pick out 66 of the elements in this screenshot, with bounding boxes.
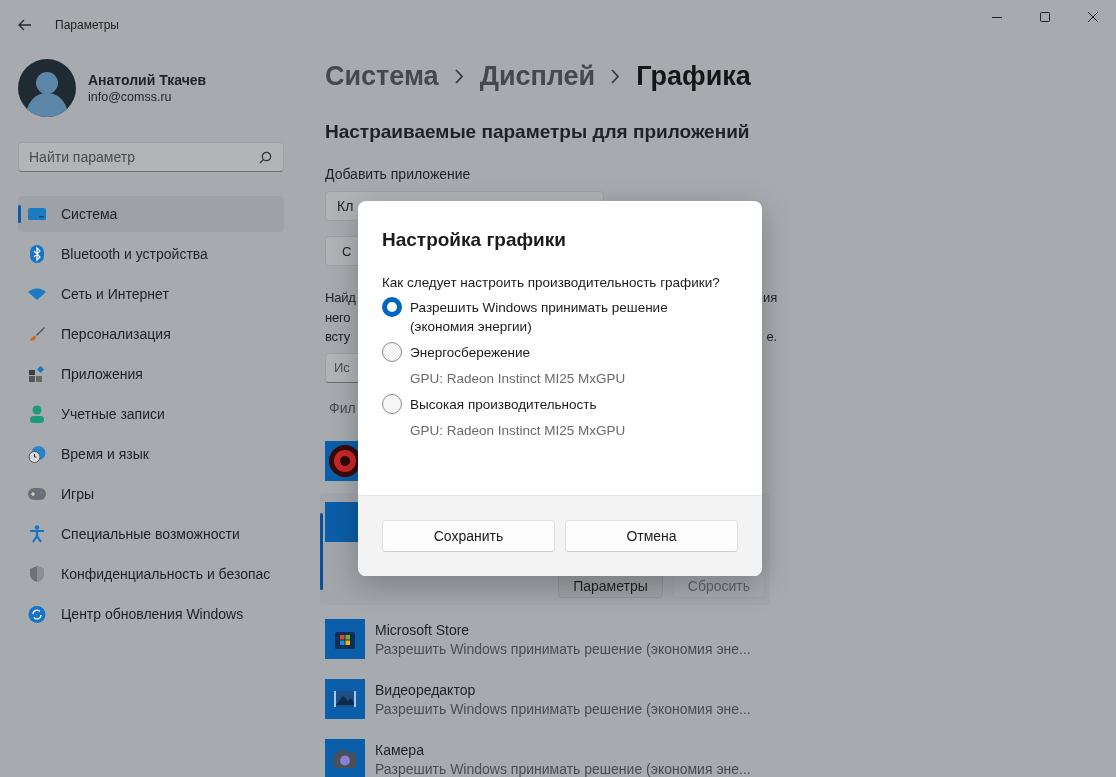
sidebar-item[interactable]: Игры — [18, 476, 284, 512]
app-name: Видеоредактор — [375, 680, 477, 700]
sidebar-item[interactable]: Время и язык — [18, 436, 284, 472]
sidebar-item[interactable]: Приложения — [18, 356, 284, 392]
chevron-icon — [611, 68, 621, 84]
search-field[interactable]: Найти параметр — [18, 142, 284, 172]
accessibility-icon — [28, 525, 46, 543]
bluetooth-icon — [28, 245, 46, 263]
breadcrumb-item[interactable]: Система — [325, 60, 439, 92]
dialog-title: Настройка графики — [382, 228, 566, 252]
search-icon — [259, 151, 272, 164]
film-icon — [325, 678, 365, 719]
description-text: ия — [763, 289, 777, 307]
breadcrumb-item: Графика — [636, 60, 751, 92]
wifi-icon — [28, 288, 46, 300]
radio-button[interactable] — [382, 297, 402, 317]
sidebar-item[interactable]: Центр обновления Windows — [18, 596, 284, 632]
description-text: е. — [766, 328, 777, 346]
app-name: Камера — [375, 740, 425, 760]
sync-icon — [28, 605, 46, 623]
brush-icon — [28, 326, 46, 342]
section-heading: Настраиваемые параметры для приложений — [325, 120, 750, 144]
sidebar-item[interactable]: Специальные возможности — [18, 516, 284, 552]
monitor-icon — [28, 207, 46, 221]
radio-button[interactable] — [382, 394, 402, 414]
maximize-icon[interactable] — [1040, 12, 1050, 22]
app-setting-text: Разрешить Windows принимать решение (экономия эне... — [375, 639, 751, 658]
shield-icon — [28, 566, 46, 582]
window-title: Параметры — [55, 18, 119, 32]
close-icon[interactable] — [1088, 12, 1098, 22]
option-label: Разрешить Windows принимать решение (экономия энергии) — [410, 299, 669, 336]
sidebar-item[interactable]: Учетные записи — [18, 396, 284, 432]
description-text: него — [325, 308, 351, 327]
clock-globe-icon — [28, 445, 46, 463]
user-name: Анатолий Ткачев — [88, 72, 207, 88]
app-name: Microsoft Store — [375, 620, 471, 640]
save-button[interactable]: Сохранить — [382, 520, 555, 552]
radio-button[interactable] — [382, 342, 402, 362]
apps-icon — [28, 366, 46, 382]
cancel-button[interactable]: Отмена — [565, 520, 738, 552]
minimize-icon[interactable] — [992, 16, 1002, 18]
avatar — [18, 59, 76, 117]
sidebar-item[interactable]: Конфиденциальность и безопас — [18, 556, 284, 592]
gpu-label: GPU: Radeon Instinct MI25 MxGPU — [410, 370, 626, 388]
field-label: Добавить приложение — [325, 165, 471, 184]
chevron-icon — [454, 68, 464, 84]
app-setting-text: Разрешить Windows принимать решение (экономия эне... — [375, 759, 751, 777]
sidebar-item[interactable]: Сеть и Интернет — [18, 276, 284, 312]
description-text: Найд — [325, 289, 356, 307]
sidebar-item[interactable]: Bluetooth и устройства — [18, 236, 284, 272]
dialog-question: Как следует настроить производительность графики? — [382, 274, 720, 292]
person-icon — [28, 405, 46, 423]
description-text: всту — [325, 328, 351, 346]
sidebar-item[interactable]: Персонализация — [18, 316, 284, 352]
back-arrow-icon[interactable] — [18, 19, 32, 31]
gpu-label: GPU: Radeon Instinct MI25 MxGPU — [410, 422, 626, 440]
store-bag-icon — [325, 618, 365, 659]
gamepad-icon — [28, 488, 46, 500]
option-label: Высокая производительность — [410, 396, 597, 414]
camera-icon — [325, 738, 365, 777]
app-setting-text: Разрешить Windows принимать решение (экономия эне... — [375, 699, 751, 718]
breadcrumb-item[interactable]: Дисплей — [479, 60, 596, 92]
user-email: info@comss.ru — [88, 90, 173, 104]
sidebar-item[interactable]: Система — [18, 196, 284, 232]
filter-label: Фил — [328, 398, 356, 418]
option-label: Энергосбережение — [410, 344, 531, 362]
